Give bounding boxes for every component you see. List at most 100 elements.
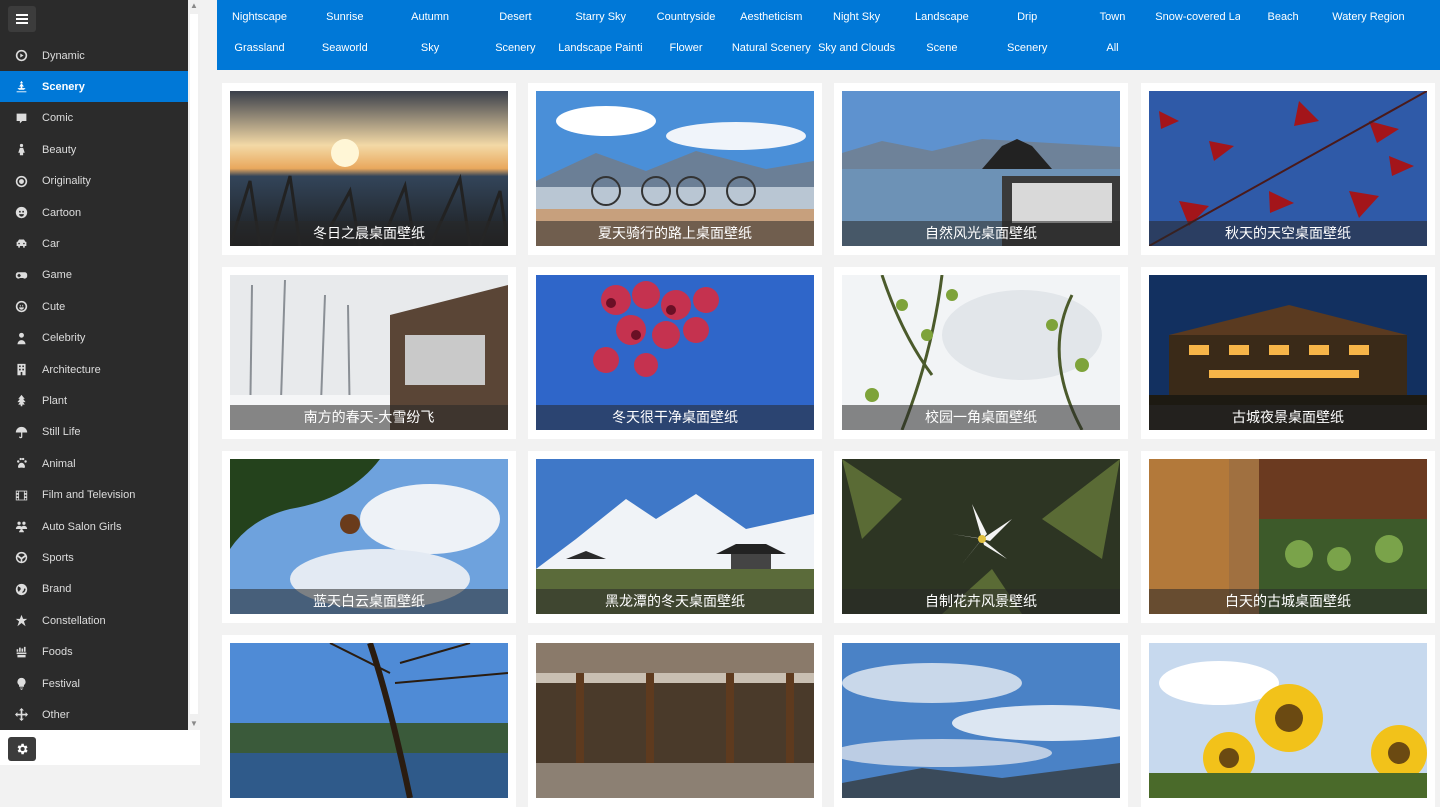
category-tab[interactable]: Desert (473, 6, 558, 28)
wallpaper-thumbnail[interactable]: 白天的古城桌面壁纸 (1149, 459, 1427, 614)
scroll-up-arrow-icon[interactable]: ▲ (188, 0, 200, 12)
wallpaper-card[interactable]: 古城夜景桌面壁纸 (1141, 267, 1435, 439)
scroll-down-arrow-icon[interactable]: ▼ (188, 718, 200, 730)
wallpaper-thumbnail[interactable]: 黑龙潭的冬天桌面壁纸 (536, 459, 814, 614)
wallpaper-caption: 自制花卉风景壁纸 (842, 589, 1120, 614)
sidebar-item-label: Car (42, 237, 60, 250)
wallpaper-card[interactable]: 自制花卉风景壁纸 (834, 451, 1128, 623)
category-tab[interactable]: Scenery (985, 37, 1070, 59)
category-tab[interactable]: Town (1070, 6, 1155, 28)
category-tab[interactable]: Sky and Clouds (814, 37, 899, 59)
wallpaper-card[interactable]: 黑龙潭的冬天桌面壁纸 (528, 451, 822, 623)
category-tab[interactable]: Scenery (473, 37, 558, 59)
category-tab[interactable]: Landscape Paintir (558, 37, 643, 59)
originality-icon (0, 175, 42, 188)
wallpaper-card[interactable] (222, 635, 516, 807)
sidebar-item-label: Comic (42, 112, 74, 125)
wallpaper-card[interactable]: 自然风光桌面壁纸 (834, 83, 1128, 255)
category-tab[interactable]: Countryside (644, 6, 729, 28)
sidebar-item-brand[interactable]: Brand (0, 574, 188, 605)
wallpaper-card[interactable]: 冬天很干净桌面壁纸 (528, 267, 822, 439)
category-tab[interactable]: Sunrise (302, 6, 387, 28)
category-tab[interactable]: Beach (1241, 6, 1326, 28)
wallpaper-card[interactable]: 秋天的天空桌面壁纸 (1141, 83, 1435, 255)
wallpaper-thumbnail[interactable]: 自制花卉风景壁纸 (842, 459, 1120, 614)
sidebar-item-auto-salon-girls[interactable]: Auto Salon Girls (0, 511, 188, 542)
sidebar-item-still-life[interactable]: Still Life (0, 417, 188, 448)
sidebar-item-film-and-television[interactable]: Film and Television (0, 480, 188, 511)
category-tab[interactable]: Flower (644, 37, 729, 59)
wallpaper-thumbnail[interactable]: 古城夜景桌面壁纸 (1149, 275, 1427, 430)
category-tab[interactable]: Sky (388, 37, 473, 59)
wallpaper-thumbnail[interactable]: 冬日之晨桌面壁纸 (230, 91, 508, 246)
category-tab[interactable]: Snow-covered Lan (1155, 6, 1240, 28)
category-tab[interactable]: Nightscape (217, 6, 302, 28)
wallpaper-card[interactable] (1141, 635, 1435, 807)
wallpaper-card[interactable]: 南方的春天-大雪纷飞 (222, 267, 516, 439)
category-tab[interactable]: Natural Scenery (729, 37, 814, 59)
sidebar-item-label: Sports (42, 551, 74, 564)
sidebar-item-constellation[interactable]: Constellation (0, 605, 188, 636)
wallpaper-card[interactable] (528, 635, 822, 807)
sidebar-item-cartoon[interactable]: Cartoon (0, 197, 188, 228)
sidebar-item-label: Cute (42, 300, 66, 313)
category-tab[interactable]: Landscape (899, 6, 984, 28)
wallpaper-thumbnail[interactable]: 自然风光桌面壁纸 (842, 91, 1120, 246)
wallpaper-thumbnail[interactable]: 冬天很干净桌面壁纸 (536, 275, 814, 430)
sidebar-item-label: Scenery (42, 80, 85, 93)
category-tab[interactable]: Drip (985, 6, 1070, 28)
wallpaper-card[interactable]: 冬日之晨桌面壁纸 (222, 83, 516, 255)
sidebar-item-foods[interactable]: Foods (0, 637, 188, 668)
sidebar-item-festival[interactable]: Festival (0, 668, 188, 699)
wallpaper-thumbnail[interactable]: 南方的春天-大雪纷飞 (230, 275, 508, 430)
sidebar-item-comic[interactable]: Comic (0, 103, 188, 134)
wallpaper-card[interactable]: 白天的古城桌面壁纸 (1141, 451, 1435, 623)
sidebar-item-beauty[interactable]: Beauty (0, 134, 188, 165)
wallpaper-thumbnail[interactable]: 蓝天白云桌面壁纸 (230, 459, 508, 614)
wallpaper-thumbnail[interactable]: 校园一角桌面壁纸 (842, 275, 1120, 430)
sidebar-item-animal[interactable]: Animal (0, 448, 188, 479)
sidebar-item-label: Auto Salon Girls (42, 520, 122, 533)
category-tab[interactable]: Seaworld (302, 37, 387, 59)
sidebar-item-plant[interactable]: Plant (0, 385, 188, 416)
film-icon (0, 489, 42, 502)
sidebar-item-label: Celebrity (42, 332, 86, 345)
wallpaper-thumbnail[interactable] (536, 643, 814, 798)
settings-gear-icon[interactable] (8, 737, 36, 761)
scrollbar-thumb[interactable] (190, 14, 198, 714)
sidebar-item-dynamic[interactable]: Dynamic (0, 40, 188, 71)
category-tab[interactable]: Grassland (217, 37, 302, 59)
wallpaper-card[interactable] (834, 635, 1128, 807)
category-tab[interactable]: Watery Region (1326, 6, 1411, 28)
gamepad-icon (0, 269, 42, 282)
sidebar-item-architecture[interactable]: Architecture (0, 354, 188, 385)
wallpaper-thumbnail[interactable] (1149, 643, 1427, 798)
category-tab[interactable]: Starry Sky (558, 6, 643, 28)
wallpaper-card[interactable]: 夏天骑行的路上桌面壁纸 (528, 83, 822, 255)
wallpaper-thumbnail[interactable]: 秋天的天空桌面壁纸 (1149, 91, 1427, 246)
move-icon (0, 708, 42, 722)
category-tab[interactable]: Aestheticism (729, 6, 814, 28)
wallpaper-thumbnail[interactable] (842, 643, 1120, 798)
wallpaper-card[interactable]: 校园一角桌面壁纸 (834, 267, 1128, 439)
sidebar-item-other[interactable]: Other (0, 699, 188, 730)
sidebar-item-originality[interactable]: Originality (0, 166, 188, 197)
category-tab[interactable]: All (1070, 37, 1155, 59)
category-tab[interactable]: Autumn (388, 6, 473, 28)
sidebar-item-label: Originality (42, 175, 91, 188)
sidebar-item-game[interactable]: Game (0, 260, 188, 291)
sidebar-item-cute[interactable]: Cute (0, 291, 188, 322)
sidebar-item-car[interactable]: Car (0, 228, 188, 259)
category-tab[interactable]: Scene (899, 37, 984, 59)
wallpaper-thumbnail[interactable] (230, 643, 508, 798)
sidebar-item-scenery[interactable]: Scenery (0, 71, 188, 103)
tree-icon (0, 394, 42, 407)
wallpaper-thumbnail[interactable]: 夏天骑行的路上桌面壁纸 (536, 91, 814, 246)
sidebar-item-celebrity[interactable]: Celebrity (0, 323, 188, 354)
sidebar-item-label: Foods (42, 646, 73, 659)
menu-icon[interactable] (8, 6, 36, 32)
category-tab[interactable]: Night Sky (814, 6, 899, 28)
sidebar-scrollbar[interactable]: ▲ ▼ (188, 0, 200, 730)
wallpaper-card[interactable]: 蓝天白云桌面壁纸 (222, 451, 516, 623)
sidebar-item-sports[interactable]: Sports (0, 542, 188, 573)
